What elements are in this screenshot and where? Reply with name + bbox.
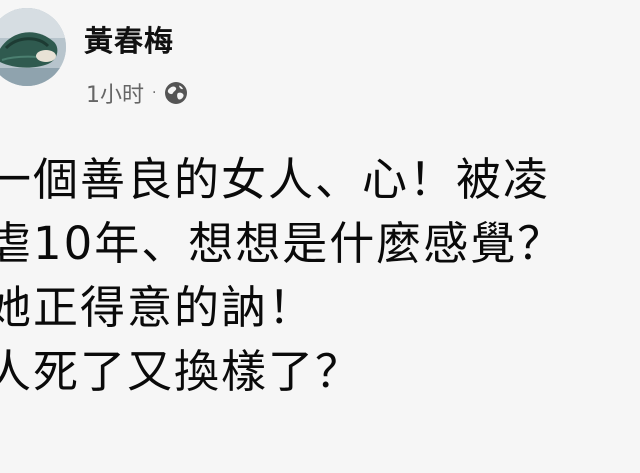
post-body: 一個善良的女人、心！被凌 虐10年、想想是什麼感覺？ 她正得意的訥！ 人死了又換… [0,148,640,404]
globe-icon[interactable] [164,81,188,105]
post-timestamp[interactable]: 1小时 [86,77,144,109]
author-avatar[interactable] [0,8,66,86]
post-text-line: 人死了又換樣了？ [0,345,363,398]
post-meta: 1小时 · [86,78,188,108]
facebook-post: 黃春梅 1小时 · 一個善良的女人、心！被凌 虐10年、想想是什麼感覺？ 她正得… [0,0,640,473]
post-text-line: 一個善良的女人、心！被凌 [0,153,551,206]
post-text-line: 她正得意的訥！ [0,281,316,334]
avatar-image [0,8,66,86]
meta-separator: · [152,85,157,101]
post-text-line: 虐10年、想想是什麼感覺？ [0,217,565,270]
author-name[interactable]: 黃春梅 [84,18,174,60]
